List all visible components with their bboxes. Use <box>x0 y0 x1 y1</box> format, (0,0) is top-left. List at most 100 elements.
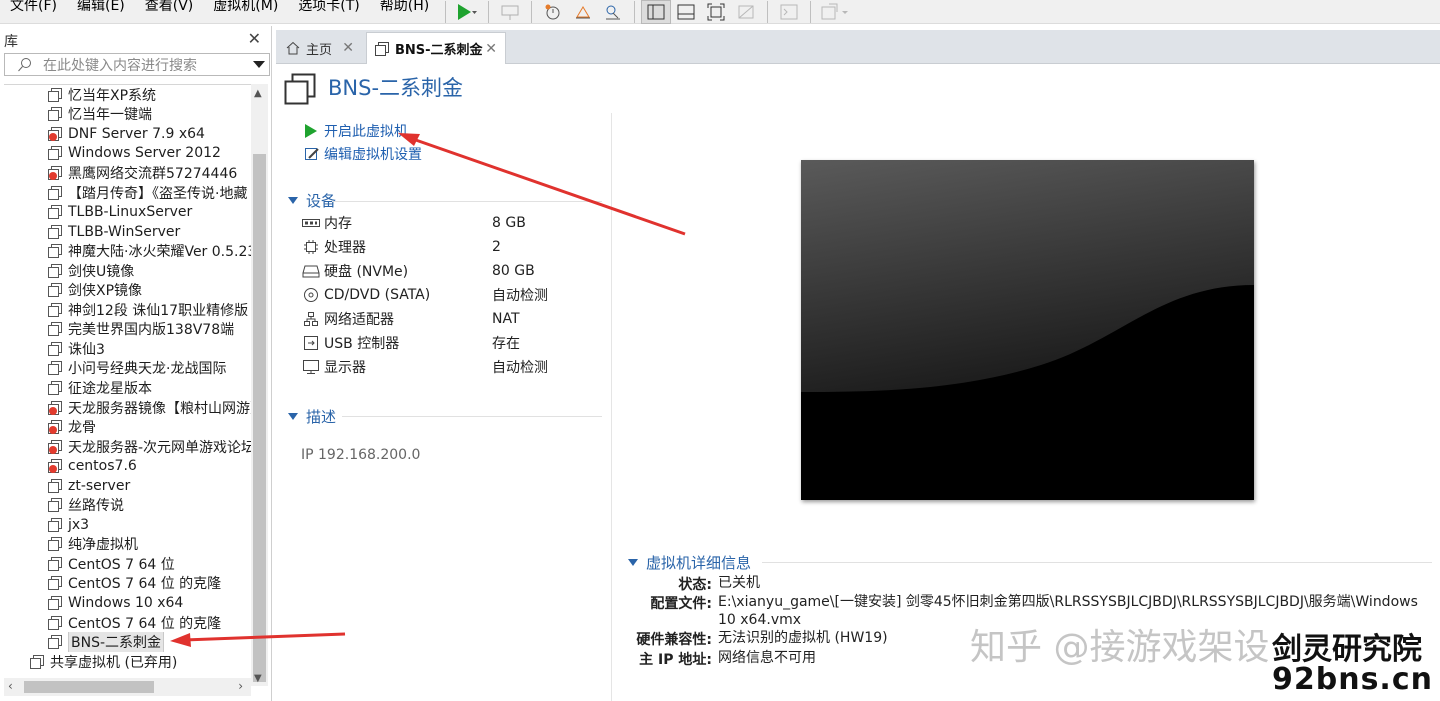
tree-item-label: 黑鹰网络交流群57274446 <box>68 165 238 182</box>
tree-item-vm[interactable]: 诛仙3 <box>4 339 251 359</box>
tree-item-vm[interactable]: TLBB-WinServer <box>4 222 251 242</box>
tab-home[interactable]: 主页 ✕ <box>278 32 362 64</box>
tree-item-vm[interactable]: CentOS 7 64 位 的克隆 <box>4 613 251 633</box>
collapse-triangle-icon[interactable] <box>288 197 298 204</box>
send-keys-button[interactable] <box>495 0 525 24</box>
devices-section-header[interactable]: 设备 <box>288 190 336 211</box>
menu-vm[interactable]: 虚拟机(M) <box>203 0 288 24</box>
menubar: 文件(F) 编辑(E) 查看(V) 虚拟机(M) 选项卡(T) 帮助(H) <box>0 0 1440 24</box>
device-row[interactable]: USB 控制器 存在 <box>302 331 602 355</box>
harddisk-icon <box>302 263 320 279</box>
scrollbar-thumb[interactable] <box>24 681 154 693</box>
scroll-down-icon[interactable]: ▼ <box>254 673 262 684</box>
collapse-triangle-icon[interactable] <box>628 559 638 566</box>
tree-item-vm[interactable]: 忆当年一键端 <box>4 105 251 125</box>
view-thumbnail-button[interactable] <box>671 0 701 24</box>
tree-item-vm[interactable]: 忆当年XP系统 <box>4 85 251 105</box>
snapshot-icon <box>545 4 560 19</box>
tree-item-vm[interactable]: 剑侠U镜像 <box>4 261 251 281</box>
collapse-triangle-icon[interactable] <box>288 413 298 420</box>
menu-tabs[interactable]: 选项卡(T) <box>288 0 369 24</box>
device-row[interactable]: 处理器 2 <box>302 235 602 259</box>
search-dropdown-icon[interactable] <box>253 61 265 68</box>
menu-file[interactable]: 文件(F) <box>0 0 67 24</box>
details-heading: 虚拟机详细信息 <box>646 554 752 572</box>
tree-item-vm[interactable]: 神魔大陆·冰火荣耀Ver 0.5.23 <box>4 241 251 261</box>
tab-close-icon[interactable]: ✕ <box>342 40 354 56</box>
tree-item-vm[interactable]: 小问号经典天龙·龙战国际 <box>4 359 251 379</box>
tree-item-shared-vms[interactable]: 共享虚拟机 (已弃用) <box>4 652 251 672</box>
tree-item-vm[interactable]: 黑鹰网络交流群57274446 <box>4 163 251 183</box>
detail-status-row: 状态: 已关机 <box>622 574 1418 594</box>
fullscreen-button[interactable] <box>701 0 731 24</box>
power-on-label[interactable]: 开启此虚拟机 <box>324 121 408 141</box>
unity-button[interactable] <box>731 0 761 24</box>
tree-item-vm[interactable]: Windows 10 x64 <box>4 593 251 613</box>
vm-summary-page: BNS-二系刺金 开启此虚拟机 编辑虚拟机设置 设备 内存 8 GB 处理器 2 硬盘 … <box>276 65 1440 701</box>
description-section-header[interactable]: 描述 <box>288 406 336 427</box>
tree-item-vm[interactable]: CentOS 7 64 位 的克隆 <box>4 574 251 594</box>
power-on-link[interactable]: 开启此虚拟机 <box>304 121 408 141</box>
tree-item-vm[interactable]: 丝路传说 <box>4 495 251 515</box>
tree-item-vm[interactable]: 龙骨 <box>4 417 251 437</box>
vm-tree: 忆当年XP系统 忆当年一键端 DNF Server 7.9 x64 Windows S… <box>4 84 251 678</box>
stretch-button[interactable] <box>817 0 855 24</box>
tree-item-vm[interactable]: DNF Server 7.9 x64 <box>4 124 251 144</box>
snapshot-manager-button[interactable] <box>598 0 628 24</box>
library-close-icon[interactable]: ✕ <box>248 29 261 48</box>
tab-close-icon[interactable]: ✕ <box>485 41 497 57</box>
tree-item-vm[interactable]: 完美世界国内版138V78端 <box>4 320 251 340</box>
tab-vm[interactable]: BNS-二系刺金 ✕ <box>366 32 506 64</box>
revert-snapshot-button[interactable] <box>568 0 598 24</box>
device-value: 自动检测 <box>492 288 548 304</box>
vm-screen-thumbnail[interactable] <box>801 160 1254 500</box>
details-section-header[interactable]: 虚拟机详细信息 <box>628 552 751 573</box>
toolbar-separator <box>445 0 447 23</box>
snapshot-button[interactable] <box>538 0 568 24</box>
device-row[interactable]: 网络适配器 NAT <box>302 307 602 331</box>
vm-error-icon <box>48 165 62 180</box>
device-row[interactable]: 硬盘 (NVMe) 80 GB <box>302 259 602 283</box>
scroll-right-icon[interactable]: › <box>238 679 243 693</box>
tree-item-vm[interactable]: zt-server <box>4 476 251 496</box>
edit-settings-label[interactable]: 编辑虚拟机设置 <box>324 144 422 164</box>
vm-icon <box>48 341 62 356</box>
tree-item-vm[interactable]: 【踏月传奇】《盗圣传说·地藏 <box>4 183 251 203</box>
menu-help[interactable]: 帮助(H) <box>370 0 439 24</box>
device-row[interactable]: 内存 8 GB <box>302 211 602 235</box>
tree-vertical-scrollbar[interactable]: ▲ ▼ <box>251 84 268 686</box>
tree-item-vm[interactable]: 纯净虚拟机 <box>4 535 251 555</box>
tree-item-vm[interactable]: CentOS 7 64 位 <box>4 554 251 574</box>
description-text[interactable]: IP 192.168.200.0 <box>301 447 420 463</box>
tree-item-vm[interactable]: jx3 <box>4 515 251 535</box>
tree-item-label: zt-server <box>68 477 131 494</box>
tree-item-vm[interactable]: 征途龙星版本 <box>4 378 251 398</box>
edit-settings-link[interactable]: 编辑虚拟机设置 <box>304 144 422 164</box>
tree-item-vm[interactable]: centos7.6 <box>4 456 251 476</box>
scroll-left-icon[interactable]: ‹ <box>8 679 13 693</box>
menu-edit[interactable]: 编辑(E) <box>67 0 135 24</box>
tree-item-label: DNF Server 7.9 x64 <box>68 125 205 142</box>
tree-item-vm[interactable]: 神剑12段 诛仙17职业精修版 <box>4 300 251 320</box>
vm-error-icon <box>48 420 62 435</box>
device-value: 80 GB <box>492 263 535 279</box>
search-input[interactable]: 在此处键入内容进行搜索 <box>43 55 197 75</box>
tree-item-vm[interactable]: 天龙服务器镜像【粮村山网游】 <box>4 398 251 418</box>
tree-item-vm[interactable]: 天龙服务器-次元网单游戏论坛 <box>4 437 251 457</box>
scroll-up-icon[interactable]: ▲ <box>254 88 262 99</box>
menu-view[interactable]: 查看(V) <box>135 0 204 24</box>
tree-horizontal-scrollbar[interactable]: ‹ › <box>4 678 251 696</box>
tree-item-vm[interactable]: Windows Server 2012 <box>4 144 251 164</box>
library-search-box[interactable]: 在此处键入内容进行搜索 <box>4 53 270 76</box>
scrollbar-thumb[interactable] <box>253 154 266 682</box>
tree-item-vm[interactable]: 剑侠XP镜像 <box>4 280 251 300</box>
device-row[interactable]: CD/DVD (SATA) 自动检测 <box>302 283 602 307</box>
tree-item-vm[interactable]: TLBB-LinuxServer <box>4 202 251 222</box>
tree-item-vm[interactable]: BNS-二系刺金 <box>4 632 251 652</box>
view-library-button[interactable] <box>641 0 672 24</box>
processor-icon <box>302 239 320 255</box>
console-button[interactable] <box>774 0 804 24</box>
vm-icon <box>48 87 62 102</box>
device-row[interactable]: 显示器 自动检测 <box>302 355 602 379</box>
power-on-button[interactable] <box>452 0 482 24</box>
